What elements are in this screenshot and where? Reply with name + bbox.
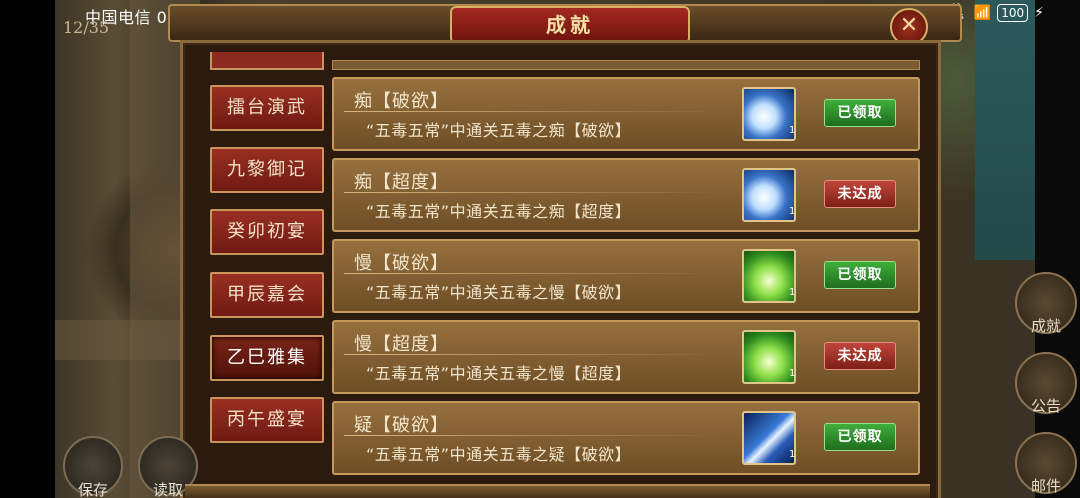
letterbox-left xyxy=(0,0,55,498)
achievement-title: 疑【破欲】 xyxy=(354,415,449,436)
achievement-status-button[interactable]: 已领取 xyxy=(824,261,896,289)
map-water xyxy=(975,0,1035,260)
achievement-description: “五毒五常”中通关五毒之慢【超度】 xyxy=(366,364,632,383)
achievement-description: “五毒五常”中通关五毒之痴【破欲】 xyxy=(366,121,632,140)
sidebar-item[interactable]: 九黎御记 xyxy=(210,147,324,193)
reward-quantity: 1 xyxy=(789,287,796,298)
divider xyxy=(344,273,724,274)
achievement-row: 疑【破欲】 “五毒五常”中通关五毒之疑【破欲】 1 已领取 xyxy=(332,401,920,475)
achievement-status-button[interactable]: 已领取 xyxy=(824,423,896,451)
divider xyxy=(344,435,724,436)
notice-menu-button[interactable]: 公告 xyxy=(1015,352,1077,415)
achievement-row: 痴【超度】 “五毒五常”中通关五毒之痴【超度】 1 未达成 xyxy=(332,158,920,232)
achievement-menu-label: 成就 xyxy=(1030,317,1061,335)
save-button[interactable]: 保存 xyxy=(63,436,123,498)
achievement-row: 痴【破欲】 “五毒五常”中通关五毒之痴【破欲】 1 已领取 xyxy=(332,77,920,151)
window-title: 成就 xyxy=(450,6,690,44)
sidebar-item[interactable]: 乙巳雅集 xyxy=(210,335,324,381)
achievement-title: 慢【超度】 xyxy=(354,334,449,355)
game-screen: 中国电信 00:51 👁 ⏰ 🔕 40 B/s 📶 100 ⚡ 12/35 成就… xyxy=(0,0,1080,498)
moon-skill-icon[interactable] xyxy=(742,87,796,141)
mail-menu-button[interactable]: 邮件 xyxy=(1015,432,1077,495)
achievement-row: 慢【破欲】 “五毒五常”中通关五毒之慢【破欲】 1 已领取 xyxy=(332,239,920,313)
divider xyxy=(344,192,724,193)
wifi-icon: 📶 xyxy=(973,5,992,21)
panel-bottom-frame xyxy=(185,484,930,498)
list-item-partial xyxy=(332,60,920,70)
achievement-menu-button[interactable]: 成就 xyxy=(1015,272,1077,335)
sidebar-item[interactable]: 丙午盛宴 xyxy=(210,397,324,443)
achievement-description: “五毒五常”中通关五毒之痴【超度】 xyxy=(366,202,632,221)
mail-menu-label: 邮件 xyxy=(1030,477,1061,495)
reward-quantity: 1 xyxy=(789,449,796,460)
divider xyxy=(344,354,724,355)
achievement-title: 慢【破欲】 xyxy=(354,253,449,274)
achievement-status-button[interactable]: 未达成 xyxy=(824,342,896,370)
achievement-description: “五毒五常”中通关五毒之疑【破欲】 xyxy=(366,445,632,464)
lightning-skill-icon[interactable] xyxy=(742,411,796,465)
divider xyxy=(344,111,724,112)
progress-counter: 12/35 xyxy=(63,18,110,37)
reward-quantity: 1 xyxy=(789,125,796,136)
achievement-status-button[interactable]: 未达成 xyxy=(824,180,896,208)
sidebar-item[interactable]: 甲辰嘉会 xyxy=(210,272,324,318)
green-burst-skill-icon[interactable] xyxy=(742,249,796,303)
sidebar-item[interactable]: 擂台演武 xyxy=(210,85,324,131)
reward-quantity: 1 xyxy=(789,368,796,379)
letterbox-right xyxy=(1035,0,1080,498)
achievement-description: “五毒五常”中通关五毒之慢【破欲】 xyxy=(366,283,632,302)
map-road-horizontal xyxy=(55,320,195,360)
green-burst-skill-icon[interactable] xyxy=(742,330,796,384)
save-label: 保存 xyxy=(77,481,108,498)
battery-indicator: 100 xyxy=(997,4,1029,22)
achievement-title: 痴【超度】 xyxy=(354,172,449,193)
achievement-title: 痴【破欲】 xyxy=(354,91,449,112)
charging-icon: ⚡ xyxy=(1034,5,1044,21)
notice-menu-label: 公告 xyxy=(1030,397,1061,415)
achievement-row: 慢【超度】 “五毒五常”中通关五毒之慢【超度】 1 未达成 xyxy=(332,320,920,394)
sidebar-item[interactable]: 癸卯初宴 xyxy=(210,209,324,255)
sidebar-item-partial[interactable] xyxy=(210,52,324,70)
reward-quantity: 1 xyxy=(789,206,796,217)
achievement-status-button[interactable]: 已领取 xyxy=(824,99,896,127)
moon-skill-icon[interactable] xyxy=(742,168,796,222)
